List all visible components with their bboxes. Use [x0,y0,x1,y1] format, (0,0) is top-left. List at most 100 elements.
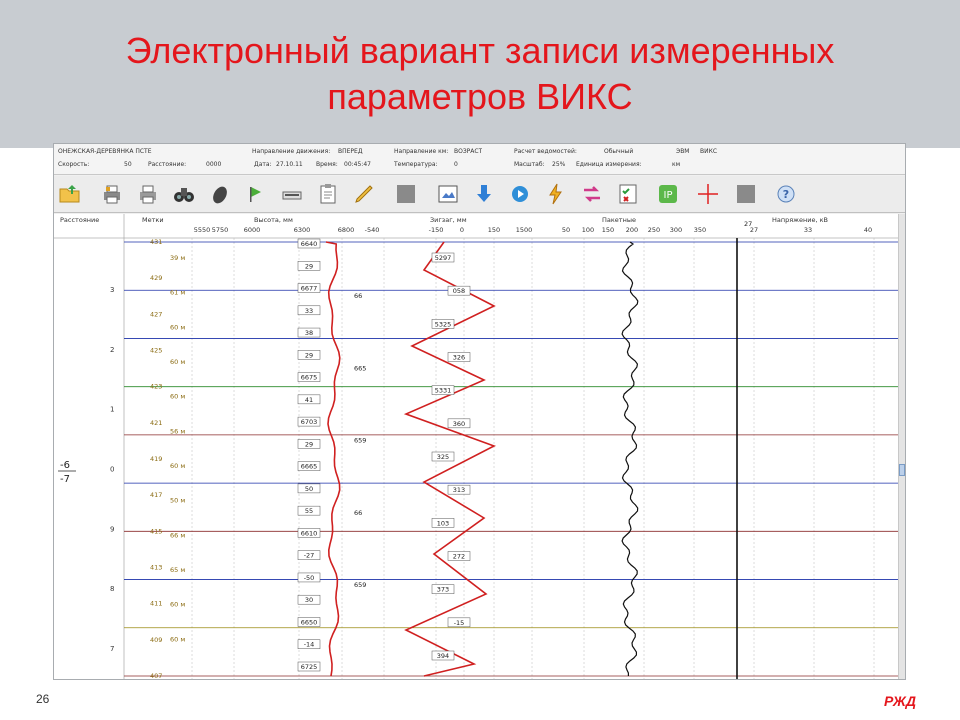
slide-title-line1: Электронный вариант записи измеренных [125,30,835,71]
ip-settings-icon[interactable]: IP [654,180,682,208]
page-number: 26 [36,692,50,706]
zigzag-box-label: 5325 [435,320,452,328]
distance-tick: 7 [110,645,114,653]
arrow-down-icon[interactable] [470,180,498,208]
svg-text:РЖД: РЖД [884,693,916,709]
distance-tick: 1 [110,406,114,414]
info-speed-label: Скорость: [58,161,90,168]
distance-tick: 2 [110,346,114,354]
svg-text:?: ? [783,188,789,201]
gray-square-icon[interactable] [392,180,420,208]
zigzag-box-label: 313 [453,486,465,494]
pillar-label: 417 [150,491,162,499]
height-box-label: 29 [305,351,313,359]
info-km-dir-label: Направление км: [394,148,449,155]
chart-svg: Расстояние Метки Высота, мм Зигзаг, мм Пакет… [54,214,899,680]
zigzag-box-label: 325 [437,453,449,461]
height-box-label: 6650 [301,618,318,626]
span-label: 56 м [170,427,185,435]
scanner-icon[interactable] [278,180,306,208]
span-label: 66 м [170,531,185,539]
span-label: 60 м [170,358,185,366]
height-box-label: 29 [305,440,313,448]
info-scale-label: Масштаб: [514,161,545,168]
play-circle-icon[interactable] [506,180,534,208]
printer-color-icon[interactable] [98,180,126,208]
info-temp-value: 0 [454,161,458,168]
open-folder-icon[interactable] [56,180,84,208]
pillar-label: 423 [150,383,162,391]
distance-tick: 0 [110,466,114,474]
info-units-value: км [672,161,681,168]
pencil-icon[interactable] [350,180,378,208]
height-side-label: 665 [354,364,366,372]
scroll-thumb[interactable] [899,464,905,476]
info-scale-value: 25% [552,161,566,168]
packet-axis-tick: 150 [602,226,614,234]
voltage-axis-tick: 33 [804,226,812,234]
packet-axis-tick: 200 [626,226,638,234]
vertical-scrollbar[interactable] [898,214,905,679]
pillar-label: 409 [150,636,162,644]
height-box-label: 29 [305,262,313,270]
zigzag-box-label: 103 [437,519,449,527]
height-axis-tick: 5550 [194,226,211,234]
span-label: 60 м [170,393,185,401]
height-box-label: -14 [304,641,315,649]
height-box-label: 6675 [301,374,318,382]
help-icon[interactable]: ? [772,180,800,208]
toolbar: IP ? [54,176,905,213]
flag-icon[interactable] [242,180,270,208]
printer-icon[interactable] [134,180,162,208]
zigzag-axis-tick: 1500 [516,226,533,234]
info-distance-value: 0000 [206,161,222,168]
mouse-icon[interactable] [206,180,234,208]
height-box-label: -27 [304,552,315,560]
span-label: 60 м [170,462,185,470]
info-time-label: Время: [316,161,338,168]
clipboard-icon[interactable] [314,180,342,208]
pillar-label: 411 [150,600,162,608]
zigzag-box-label: 394 [437,652,449,660]
pillar-label: 431 [150,238,162,246]
height-box-label: 30 [305,596,313,604]
image-frame-icon[interactable] [434,180,462,208]
zigzag-box-label: 272 [453,553,465,561]
distance-tick: 8 [110,585,114,593]
zigzag-box-label: 326 [453,354,465,362]
binoculars-icon[interactable] [170,180,198,208]
pillar-label: 415 [150,527,162,535]
height-box-label: 55 [305,507,313,515]
gray-square-icon-2[interactable] [732,180,760,208]
span-label: 60 м [170,635,185,643]
checklist-icon[interactable] [614,180,642,208]
height-box-label: 6703 [301,418,318,426]
side-label-top: -6 [60,460,70,471]
height-box-label: 41 [305,396,313,404]
distance-tick: 3 [110,286,114,294]
packet-curve [621,241,639,676]
column-header: Напряжение, кВ [772,216,828,224]
slide-title-line2: параметров ВИКС [327,76,633,117]
zigzag-box-label: 058 [453,287,465,295]
zigzag-box-label: 5331 [435,387,452,395]
pillar-label: 427 [150,310,162,318]
info-units-label: Единица измерения: [576,161,642,168]
span-label: 61 м [170,289,185,297]
crosshair-icon[interactable] [694,180,722,208]
span-label: 50 м [170,497,185,505]
lightning-icon[interactable] [542,180,570,208]
height-box-label: 33 [305,307,313,315]
distance-tick: 9 [110,525,114,533]
info-bar: ОНЕЖСКАЯ-ДЕРЕВЯНКА ПСТЕ Направление движ… [54,144,905,175]
swap-arrows-icon[interactable] [578,180,606,208]
pillar-label: 407 [150,672,162,680]
height-side-label: 659 [354,437,366,445]
pillar-label: 419 [150,455,162,463]
zigzag-box-label: 360 [453,420,465,428]
height-box-label: 6725 [301,663,318,671]
span-label: 60 м [170,323,185,331]
info-direction-value: ВПЕРЕД [338,148,363,155]
zigzag-axis-tick: -150 [429,226,444,234]
zigzag-axis-tick: -540 [365,226,380,234]
